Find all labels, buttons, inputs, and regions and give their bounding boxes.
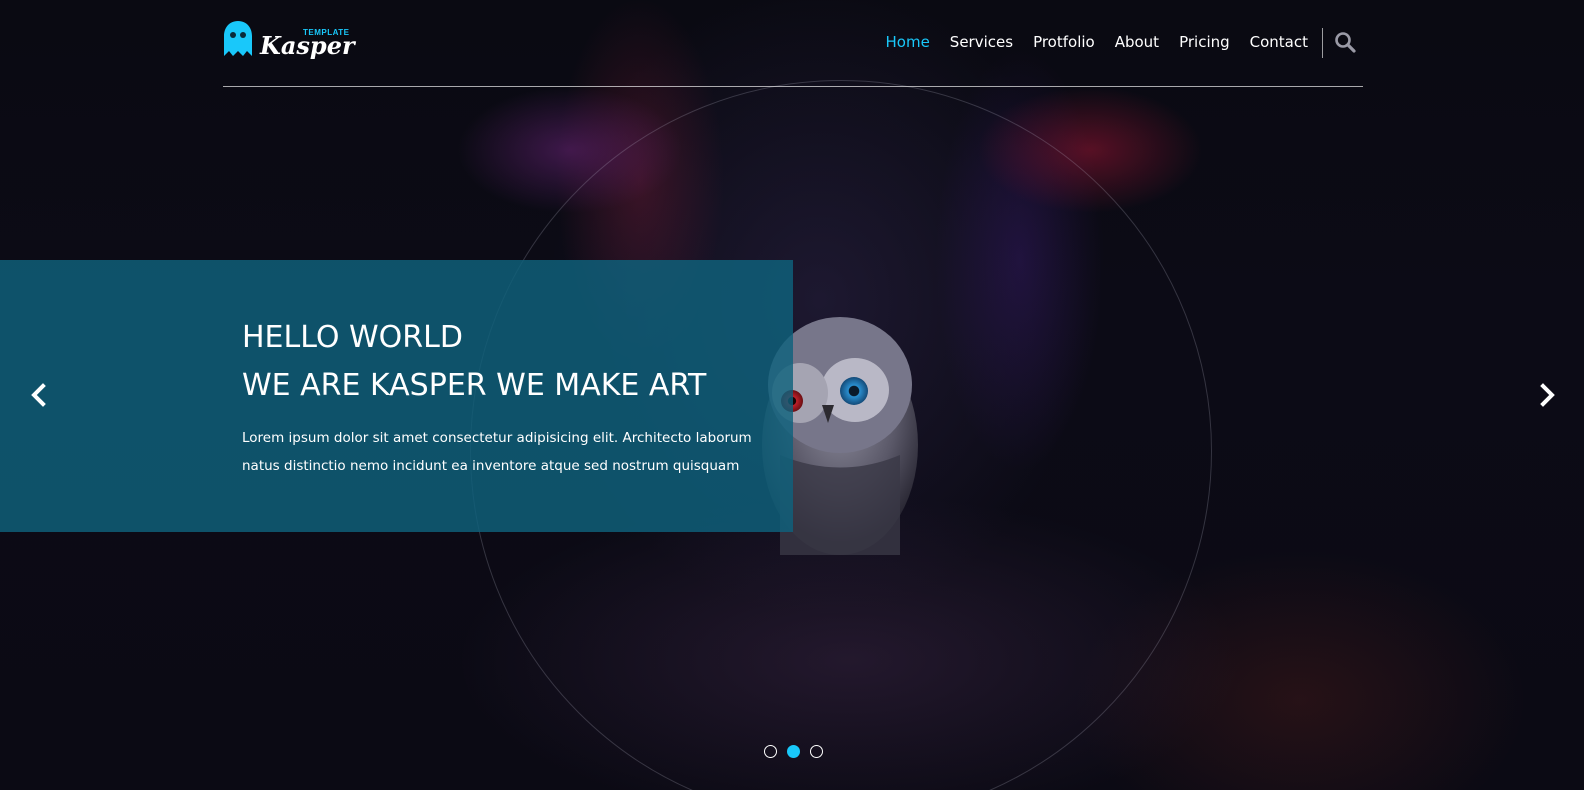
nav-item-home[interactable]: Home <box>886 33 930 53</box>
nav-item-about[interactable]: About <box>1115 33 1159 53</box>
hero-title-line2: WE ARE KASPER WE MAKE ART <box>242 368 707 403</box>
hero-section: TEMPLATE Kasper Home Services Protfolio … <box>0 0 1584 790</box>
slider-bullet-1[interactable] <box>764 745 777 758</box>
nav-item-portfolio[interactable]: Protfolio <box>1033 33 1095 53</box>
chevron-left-icon[interactable] <box>26 382 52 408</box>
ghost-icon <box>224 21 252 56</box>
nav-item-contact[interactable]: Contact <box>1250 33 1308 53</box>
logo-wordmark: Kasper <box>260 31 355 60</box>
nav-divider <box>1322 28 1323 58</box>
slider-bullet-2[interactable] <box>787 745 800 758</box>
search-icon[interactable] <box>1333 30 1357 54</box>
slider-bullets <box>764 745 833 758</box>
nav-item-pricing[interactable]: Pricing <box>1179 33 1230 53</box>
hero-content-box: HELLO WORLD WE ARE KASPER WE MAKE ART Lo… <box>0 260 793 532</box>
logo[interactable]: TEMPLATE Kasper <box>223 20 355 62</box>
main-nav: Home Services Protfolio About Pricing Co… <box>866 0 1309 86</box>
hero-description: Lorem ipsum dolor sit amet consectetur a… <box>242 430 752 474</box>
hero-title-line1: HELLO WORLD <box>242 320 463 355</box>
slider-bullet-3[interactable] <box>810 745 823 758</box>
chevron-right-icon[interactable] <box>1534 382 1560 408</box>
hero-title: HELLO WORLD WE ARE KASPER WE MAKE ART <box>242 314 782 410</box>
nav-item-services[interactable]: Services <box>950 33 1013 53</box>
site-header: TEMPLATE Kasper Home Services Protfolio … <box>223 0 1363 87</box>
